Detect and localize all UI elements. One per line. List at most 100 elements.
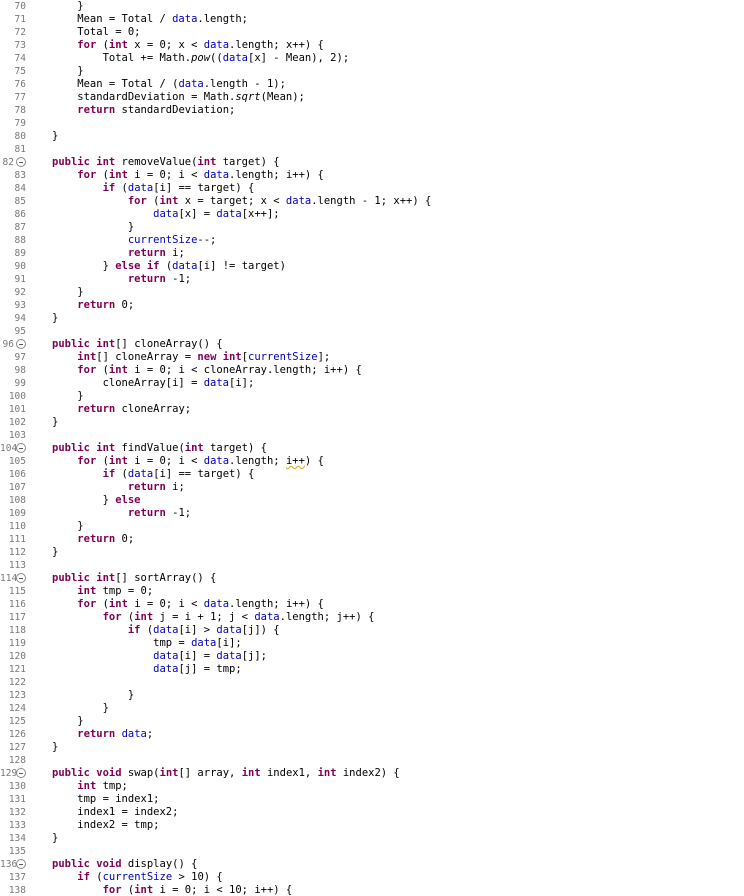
code-text[interactable]: for (int x = 0; x < data.length; x++) { [52,39,324,52]
code-line[interactable]: 71 Mean = Total / data.length; [0,13,744,26]
code-line[interactable]: 96 public int[] cloneArray() { [0,338,744,351]
code-text[interactable]: } [52,312,58,325]
code-text[interactable]: } [52,390,83,403]
code-text[interactable]: return standardDeviation; [52,104,235,117]
code-text[interactable]: for (int i = 0; i < cloneArray.length; i… [52,364,362,377]
code-text[interactable]: if (data[i] > data[j]) { [52,624,280,637]
code-text[interactable]: } [52,0,83,13]
code-line[interactable]: 107 return i; [0,481,744,494]
code-line[interactable]: 121 data[j] = tmp; [0,663,744,676]
code-line[interactable]: 127} [0,741,744,754]
code-line[interactable]: 126 return data; [0,728,744,741]
code-line[interactable]: 124 } [0,702,744,715]
code-line[interactable]: 115 int tmp = 0; [0,585,744,598]
code-line[interactable]: 114 public int[] sortArray() { [0,572,744,585]
code-line[interactable]: 125 } [0,715,744,728]
code-line[interactable]: 138 for (int i = 0; i < 10; i++) { [0,884,744,896]
code-text[interactable]: } [52,416,58,429]
code-line[interactable]: 77 standardDeviation = Math.sqrt(Mean); [0,91,744,104]
code-text[interactable]: return data; [52,728,153,741]
code-text[interactable]: tmp = index1; [52,793,159,806]
code-text[interactable]: if (currentSize > 10) { [52,871,222,884]
code-text[interactable]: index1 = index2; [52,806,178,819]
code-text[interactable]: int tmp; [52,780,128,793]
code-text[interactable]: public void swap(int[] array, int index1… [52,767,400,780]
code-text[interactable]: for (int i = 0; i < data.length; i++) { [52,455,324,468]
code-line[interactable]: 98 for (int i = 0; i < cloneArray.length… [0,364,744,377]
code-line[interactable]: 86 data[x] = data[x++]; [0,208,744,221]
code-text[interactable]: for (int x = target; x < data.length - 1… [52,195,431,208]
code-line[interactable]: 134} [0,832,744,845]
code-text[interactable]: } else if (data[i] != target) [52,260,286,273]
code-line[interactable]: 70 } [0,0,744,13]
code-line[interactable]: 116 for (int i = 0; i < data.length; i++… [0,598,744,611]
code-line[interactable]: 94} [0,312,744,325]
code-text[interactable]: standardDeviation = Math.sqrt(Mean); [52,91,305,104]
code-line[interactable]: 108 } else [0,494,744,507]
code-text[interactable]: public int[] cloneArray() { [52,338,223,351]
code-text[interactable]: for (int i = 0; i < data.length; i++) { [52,169,324,182]
code-text[interactable]: int tmp = 0; [52,585,153,598]
code-line[interactable]: 81 [0,143,744,156]
code-line[interactable]: 95 [0,325,744,338]
code-text[interactable]: } [52,286,83,299]
code-text[interactable]: return -1; [52,507,191,520]
code-line[interactable]: 79 [0,117,744,130]
code-text[interactable]: } [52,130,58,143]
code-text[interactable]: } [52,741,58,754]
collapse-fold-icon[interactable] [16,859,26,869]
code-line[interactable]: 104 public int findValue(int target) { [0,442,744,455]
code-text[interactable]: data[j] = tmp; [52,663,242,676]
code-line[interactable]: 93 return 0; [0,299,744,312]
code-text[interactable]: data[x] = data[x++]; [52,208,279,221]
code-text[interactable]: for (int j = i + 1; j < data.length; j++… [52,611,375,624]
code-line[interactable]: 76 Mean = Total / (data.length - 1); [0,78,744,91]
collapse-fold-icon[interactable] [16,339,26,349]
code-text[interactable]: return 0; [52,299,134,312]
code-text[interactable]: tmp = data[i]; [52,637,242,650]
code-text[interactable]: return i; [52,247,185,260]
code-text[interactable]: } [52,221,134,234]
code-line[interactable]: 132 index1 = index2; [0,806,744,819]
code-text[interactable]: return i; [52,481,185,494]
code-text[interactable]: public int findValue(int target) { [52,442,267,455]
code-line[interactable]: 111 return 0; [0,533,744,546]
code-line[interactable]: 119 tmp = data[i]; [0,637,744,650]
code-text[interactable]: public int[] sortArray() { [52,572,216,585]
code-text[interactable]: } [52,702,109,715]
code-text[interactable]: if (data[i] == target) { [52,182,255,195]
code-text[interactable]: index2 = tmp; [52,819,159,832]
collapse-fold-icon[interactable] [16,157,26,167]
code-line[interactable]: 72 Total = 0; [0,26,744,39]
code-line[interactable]: 85 for (int x = target; x < data.length … [0,195,744,208]
code-line[interactable]: 102} [0,416,744,429]
code-line[interactable]: 131 tmp = index1; [0,793,744,806]
code-line[interactable]: 89 return i; [0,247,744,260]
code-line[interactable]: 135 [0,845,744,858]
code-text[interactable]: if (data[i] == target) { [52,468,255,481]
code-line[interactable]: 130 int tmp; [0,780,744,793]
code-line[interactable]: 113 [0,559,744,572]
code-text[interactable]: } [52,689,134,702]
code-text[interactable]: } [52,65,83,78]
code-line[interactable]: 136 public void display() { [0,858,744,871]
code-text[interactable]: Total += Math.pow((data[x] - Mean), 2); [52,52,350,65]
code-text[interactable]: data[i] = data[j]; [52,650,267,663]
code-line[interactable]: 129 public void swap(int[] array, int ind… [0,767,744,780]
collapse-fold-icon[interactable] [16,573,26,583]
code-line[interactable]: 97 int[] cloneArray = new int[currentSiz… [0,351,744,364]
code-line[interactable]: 120 data[i] = data[j]; [0,650,744,663]
code-text[interactable]: Total = 0; [52,26,140,39]
code-line[interactable]: 91 return -1; [0,273,744,286]
code-line[interactable]: 128 [0,754,744,767]
code-line[interactable]: 109 return -1; [0,507,744,520]
code-line[interactable]: 73 for (int x = 0; x < data.length; x++)… [0,39,744,52]
code-text[interactable]: } [52,520,83,533]
code-text[interactable]: } [52,546,58,559]
code-text[interactable]: public void display() { [52,858,197,871]
code-line[interactable]: 90 } else if (data[i] != target) [0,260,744,273]
code-text[interactable]: return -1; [52,273,191,286]
code-line[interactable]: 106 if (data[i] == target) { [0,468,744,481]
code-text[interactable]: int[] cloneArray = new int[currentSize]; [52,351,330,364]
code-editor[interactable]: 70 } 71 Mean = Total / data.length; 72 Tot… [0,0,744,896]
